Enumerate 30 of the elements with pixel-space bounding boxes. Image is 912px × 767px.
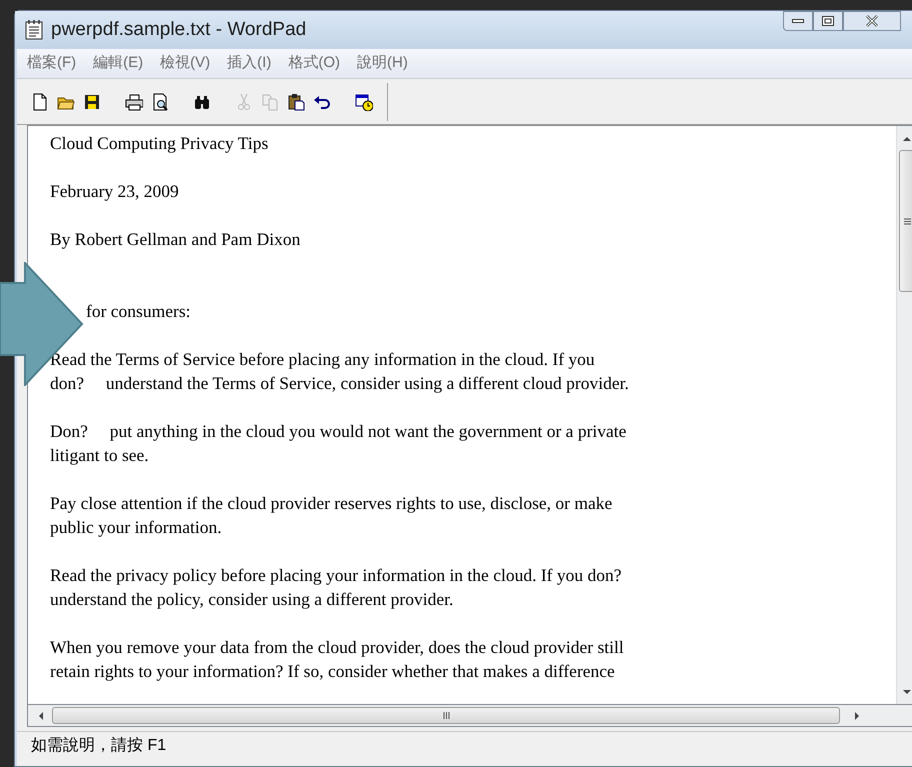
menu-item[interactable]: 說明(H): [357, 52, 408, 75]
notepad-icon: [25, 20, 43, 40]
text-line: Cloud Computing Privacy Tips: [50, 132, 270, 155]
text-line: Pay close attention if the cloud provider reserves rights to use, disclose, or make: [50, 492, 614, 515]
window-title: pwerpdf.sample.txt - WordPad: [51, 18, 306, 42]
menu-item[interactable]: 格式(O): [288, 52, 340, 75]
text-line: When you remove your data from the cloud provider, does the cloud provider still: [50, 636, 625, 659]
text-line: for consumers:: [86, 300, 192, 323]
menu-item[interactable]: 檢視(V): [160, 52, 210, 75]
maximize-icon: [822, 16, 834, 26]
scroll-thumb[interactable]: [52, 707, 840, 724]
text-line: litigant to see.: [50, 444, 150, 467]
scroll-thumb[interactable]: [899, 150, 912, 292]
menu-item[interactable]: 編輯(E): [93, 52, 144, 75]
menu-item[interactable]: 檔案(F): [27, 52, 76, 75]
minimize-button[interactable]: [783, 11, 813, 31]
text-line: Read the privacy policy before placing your information in the cloud. If you don?: [50, 564, 622, 587]
text-line: By Robert Gellman and Pam Dixon: [50, 228, 302, 251]
minimize-icon: [792, 19, 804, 23]
menu-item[interactable]: 插入(I): [227, 52, 272, 75]
text-line: February 23, 2009: [50, 180, 180, 203]
close-button[interactable]: [843, 11, 901, 31]
maximize-button[interactable]: [813, 11, 843, 31]
text-line: public your information.: [50, 516, 223, 539]
status-text: 如需說明，請按 F1: [31, 736, 166, 756]
text-line: don? understand the Terms of Service, consider using a different cloud provider.: [50, 372, 630, 395]
text-line: Don? put anything in the cloud you would not want the government or a private: [50, 420, 628, 443]
close-icon: [865, 15, 879, 27]
text-line: retain rights to your information? If so, consider whether that makes a difference: [50, 660, 616, 683]
text-line: understand the policy, consider using a different provider.: [50, 588, 454, 611]
